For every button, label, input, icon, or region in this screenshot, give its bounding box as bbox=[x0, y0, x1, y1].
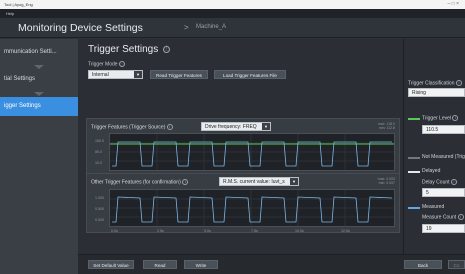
load-trigger-features-button[interactable]: Load Trigger Features File bbox=[214, 70, 286, 79]
write-button[interactable]: Write bbox=[184, 260, 218, 269]
menubar: Help bbox=[0, 9, 465, 18]
classification-select[interactable]: Rising bbox=[408, 88, 465, 97]
menu-help[interactable]: Help bbox=[6, 11, 14, 16]
x-tick: 12.5s bbox=[341, 229, 350, 233]
y-tick: 80.0 bbox=[95, 150, 102, 154]
header-bar: Monitoring Device Settings > Machine_A bbox=[0, 18, 465, 38]
info-icon[interactable]: ⓘ bbox=[118, 61, 125, 67]
page-header-title: Monitoring Device Settings bbox=[18, 22, 143, 34]
window-controls[interactable]: – □ × bbox=[448, 0, 460, 9]
delay-count-input[interactable]: 5 bbox=[422, 188, 465, 197]
delay-count-label: Delay Count i bbox=[422, 179, 457, 185]
sidebar-item-trigger[interactable]: igger Settings bbox=[0, 97, 78, 116]
trigger-mode-value: Internal bbox=[92, 72, 109, 78]
breadcrumb-machine[interactable]: Machine_A bbox=[196, 24, 226, 30]
window-title: Tool | Ayog_Eng bbox=[0, 0, 465, 9]
continue-button[interactable]: Co bbox=[448, 260, 465, 269]
measure-count-input[interactable]: 19 bbox=[422, 224, 465, 233]
info-icon[interactable]: i bbox=[457, 214, 464, 220]
x-tick: 7.5s bbox=[251, 229, 258, 233]
trigger-waveform bbox=[110, 134, 394, 170]
info-icon[interactable]: i bbox=[450, 179, 457, 185]
info-icon[interactable]: i bbox=[455, 80, 462, 86]
panel-title: Other Trigger Features (for confirmation… bbox=[91, 179, 189, 185]
sidebar-item-communication[interactable]: mmunication Setti... bbox=[0, 43, 78, 62]
info-icon[interactable]: i bbox=[452, 115, 459, 121]
trigger-source-panel: Trigger Features (Trigger Source) i Driv… bbox=[86, 118, 400, 178]
read-button[interactable]: Read bbox=[143, 260, 177, 269]
confirmation-waveform bbox=[110, 190, 394, 226]
trigger-source-select[interactable]: Drive frequency: FREQ ▼ bbox=[201, 122, 271, 131]
confirmation-feature-select[interactable]: R.M.S. current value: Iuvt_s ▼ bbox=[219, 177, 299, 186]
info-icon[interactable]: i bbox=[182, 179, 189, 185]
min-value: min: 112.8 bbox=[378, 126, 395, 131]
confirmation-panel: Other Trigger Features (for confirmation… bbox=[86, 173, 400, 233]
trigger-level-label: Trigger Level i bbox=[422, 115, 459, 121]
delayed-swatch bbox=[408, 171, 420, 173]
chevron-down-icon bbox=[34, 92, 44, 96]
measured-label: Measured bbox=[422, 204, 445, 210]
page-title: Trigger Settings ⓘ bbox=[88, 44, 170, 55]
y-tick: 0.000 bbox=[95, 218, 104, 222]
x-tick: 2.5s bbox=[157, 229, 164, 233]
minmax-readout: max: 0.003 min: 0.007 bbox=[378, 177, 395, 185]
info-icon[interactable]: ⓘ bbox=[163, 45, 170, 53]
trigger-mode-label: Trigger Mode ⓘ bbox=[88, 61, 125, 68]
y-tick: 0.500 bbox=[95, 207, 104, 211]
chevron-down-icon bbox=[34, 65, 44, 69]
chevron-down-icon: ▼ bbox=[134, 71, 142, 78]
x-tick: 10.0s bbox=[295, 229, 304, 233]
measured-swatch bbox=[408, 207, 420, 209]
trigger-plot[interactable] bbox=[109, 133, 395, 171]
not-measured-label: Not Measured (Trig bbox=[422, 154, 465, 160]
measure-count-label: Measure Count i bbox=[422, 214, 464, 220]
back-button[interactable]: Back bbox=[404, 260, 442, 269]
y-tick: 150.0 bbox=[95, 139, 104, 143]
trigger-level-input[interactable]: 110.5 bbox=[422, 125, 465, 134]
x-tick: 5.0s bbox=[204, 229, 211, 233]
classification-label: Trigger Classification i bbox=[408, 80, 462, 86]
info-icon[interactable]: i bbox=[166, 124, 173, 130]
chevron-down-icon: ▼ bbox=[262, 123, 270, 130]
read-trigger-features-button[interactable]: Read Trigger Features bbox=[150, 70, 208, 79]
y-tick: 1.000 bbox=[95, 196, 104, 200]
x-tick: 0.0s bbox=[111, 229, 118, 233]
delayed-label: Delayed bbox=[422, 168, 441, 174]
confirmation-plot[interactable] bbox=[109, 189, 395, 227]
trigger-level-swatch bbox=[408, 118, 420, 120]
minmax-readout: max: 118.0 min: 112.8 bbox=[378, 122, 395, 130]
min-value: min: 0.007 bbox=[378, 181, 395, 186]
sidebar: mmunication Setti... tial Settings igger… bbox=[0, 39, 78, 274]
set-default-value-button[interactable]: Set Default Value bbox=[88, 260, 134, 269]
panel-title: Trigger Features (Trigger Source) i bbox=[91, 124, 173, 130]
not-measured-swatch bbox=[408, 157, 420, 159]
trigger-mode-select[interactable]: Internal ▼ bbox=[88, 70, 143, 79]
chevron-down-icon: ▼ bbox=[290, 178, 298, 185]
y-tick: 10.0 bbox=[95, 161, 102, 165]
sidebar-item-initial[interactable]: tial Settings bbox=[0, 70, 78, 89]
breadcrumb-separator: > bbox=[184, 23, 189, 32]
